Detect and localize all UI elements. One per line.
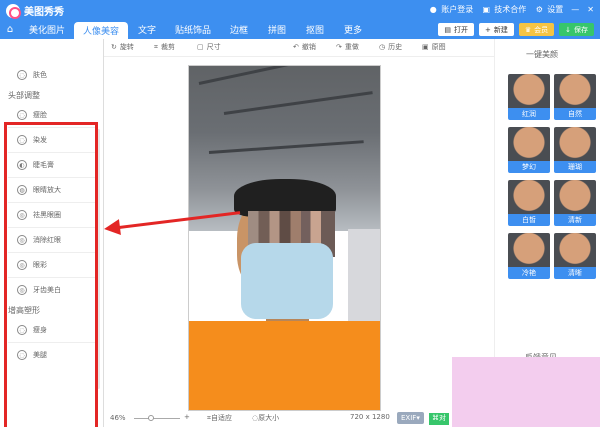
size-button[interactable]: ▢ 尺寸 xyxy=(197,42,221,52)
face-mask xyxy=(241,243,333,319)
rotate-icon: ↻ xyxy=(111,43,117,51)
preset-thumbnail xyxy=(554,180,596,214)
left-tools-panel: ◌ 肤色 头部调整 ◌ 瘦脸 ◌ 染发 ◐ 睫毛膏 ◍ 眼睛放大 ◎ 祛黑眼圈 ◎ 消除红眼 … xyxy=(0,39,104,427)
home-icon[interactable]: ⌂ xyxy=(0,20,20,39)
filter-preset[interactable]: 清新 xyxy=(554,180,596,226)
open-button[interactable]: ▤ 打开 xyxy=(438,23,474,36)
filter-preset[interactable]: 白皙 xyxy=(508,180,550,226)
image-icon: ▣ xyxy=(422,43,429,51)
head-adjust-heading: 头部调整 xyxy=(8,90,40,100)
one-click-beauty-title: 一键美颜 xyxy=(526,50,558,59)
account-login[interactable]: ● 账户登录 xyxy=(428,4,474,15)
zoom-in-button[interactable]: + xyxy=(184,413,190,421)
preset-thumbnail xyxy=(508,180,550,214)
crown-icon: ♛ xyxy=(524,25,532,34)
rotate-button[interactable]: ↻ 旋转 xyxy=(111,42,134,52)
red-pointer-arrow-head xyxy=(103,219,121,237)
main-nav: ⌂ 美化图片 人像美容 文字 贴纸饰品 边框 拼图 抠图 更多 ▤ 打开 + 新建 … xyxy=(0,20,600,39)
filter-preset[interactable]: 红润 xyxy=(508,74,550,120)
tab-text[interactable]: 文字 xyxy=(128,20,166,39)
edited-photo[interactable] xyxy=(188,65,381,411)
nav-actions: ▤ 打开 + 新建 ♛ 会员 ↓ 保存 xyxy=(438,23,594,36)
meitu-xiuxiu-window: 美图秀秀 ● 账户登录 ▣ 技术合作 ⚙ 设置 — ✕ ⌂ 美化图片 人像美容 文字 … xyxy=(0,0,600,427)
window-controls: ● 账户登录 ▣ 技术合作 ⚙ 设置 — ✕ xyxy=(428,4,594,15)
preset-thumbnail xyxy=(508,233,550,267)
zoom-slider[interactable] xyxy=(134,415,180,421)
preset-thumbnail xyxy=(554,74,596,108)
skin-tone-icon: ◌ xyxy=(17,70,27,80)
save-button[interactable]: ↓ 保存 xyxy=(559,23,594,36)
tab-more[interactable]: 更多 xyxy=(334,20,372,39)
plus-icon: + xyxy=(484,25,491,34)
exif-button[interactable]: EXIF ▾ xyxy=(397,412,424,424)
preset-thumbnail xyxy=(554,233,596,267)
fit-button[interactable]: ⌗自适应 xyxy=(207,413,232,423)
image-dimensions: 720 x 1280 xyxy=(350,413,390,421)
redo-icon: ↷ xyxy=(336,43,342,51)
undo-button[interactable]: ↶ 撤销 xyxy=(293,42,316,52)
technical-support[interactable]: ▣ 技术合作 xyxy=(481,4,527,15)
vip-button[interactable]: ♛ 会员 xyxy=(518,23,555,36)
orange-shirt xyxy=(189,321,380,410)
settings-link[interactable]: ⚙ 设置 xyxy=(534,4,564,15)
sidebar-item-skin-tone[interactable]: ◌ 肤色 xyxy=(0,63,104,87)
minimize-button[interactable]: — xyxy=(571,5,579,14)
tab-collage[interactable]: 拼图 xyxy=(258,20,296,39)
app-brand: 美图秀秀 xyxy=(6,3,64,19)
history-button[interactable]: ◷ 历史 xyxy=(379,42,402,52)
original-button[interactable]: ▣ 原图 xyxy=(422,42,446,52)
image-toolbar: ↻ 旋转 ⌗ 裁剪 ▢ 尺寸 ↶ 撤销 ↷ 重做 ◷ 历史 ▣ 原图 xyxy=(104,39,494,57)
original-size-button[interactable]: ◌原大小 xyxy=(252,413,279,423)
filter-preset[interactable]: 自然 xyxy=(554,74,596,120)
dropdown-icon: ▾ xyxy=(416,414,420,422)
tab-stickers[interactable]: 贴纸饰品 xyxy=(166,20,220,39)
close-button[interactable]: ✕ xyxy=(587,5,594,14)
title-bar: 美图秀秀 ● 账户登录 ▣ 技术合作 ⚙ 设置 — ✕ xyxy=(0,0,600,20)
preset-thumbnail xyxy=(554,127,596,161)
zoom-level: 46% xyxy=(110,414,126,422)
compare-button[interactable]: ⌘对 xyxy=(429,413,449,425)
preset-thumbnail xyxy=(508,127,550,161)
tab-frame[interactable]: 边框 xyxy=(220,20,258,39)
nav-tabs: ⌂ 美化图片 人像美容 文字 贴纸饰品 边框 拼图 抠图 更多 xyxy=(0,20,372,39)
sidebar-item-hidden-top[interactable] xyxy=(0,39,104,63)
tab-portrait-beauty[interactable]: 人像美容 xyxy=(74,22,129,39)
crop-button[interactable]: ⌗ 裁剪 xyxy=(154,42,175,52)
app-title: 美图秀秀 xyxy=(24,7,64,18)
support-icon: ▣ xyxy=(482,4,491,14)
face-icon: ◌ xyxy=(17,110,27,120)
folder-icon: ▤ xyxy=(444,25,451,34)
filter-preset[interactable]: 冷艳 xyxy=(508,233,550,279)
compare-icon: ⌘ xyxy=(432,414,439,422)
app-logo-icon xyxy=(6,3,21,19)
pink-overlay xyxy=(452,357,600,427)
undo-icon: ↶ xyxy=(293,43,299,51)
filter-preset[interactable]: 梦幻 xyxy=(508,127,550,173)
tab-beautify[interactable]: 美化图片 xyxy=(20,20,74,39)
tab-cutout[interactable]: 抠图 xyxy=(296,20,334,39)
redo-button[interactable]: ↷ 重做 xyxy=(336,42,359,52)
save-icon: ↓ xyxy=(565,25,571,34)
photo-canvas-area[interactable] xyxy=(104,57,494,411)
user-icon: ● xyxy=(429,4,437,14)
zoom-slider-knob[interactable] xyxy=(148,415,154,421)
red-highlight-box xyxy=(4,122,98,427)
filter-preset[interactable]: 清晰 xyxy=(554,233,596,279)
crop-icon: ⌗ xyxy=(154,42,158,51)
new-button[interactable]: + 新建 xyxy=(478,23,514,36)
filter-preset[interactable]: 珊瑚 xyxy=(554,127,596,173)
status-bar: 46% + ⌗自适应 ◌原大小 720 x 1280 EXIF ▾ ⌘对 xyxy=(104,410,494,427)
preset-thumbnail xyxy=(508,74,550,108)
history-icon: ◷ xyxy=(379,43,386,51)
size-icon: ▢ xyxy=(197,43,204,51)
gear-icon: ⚙ xyxy=(535,4,543,14)
